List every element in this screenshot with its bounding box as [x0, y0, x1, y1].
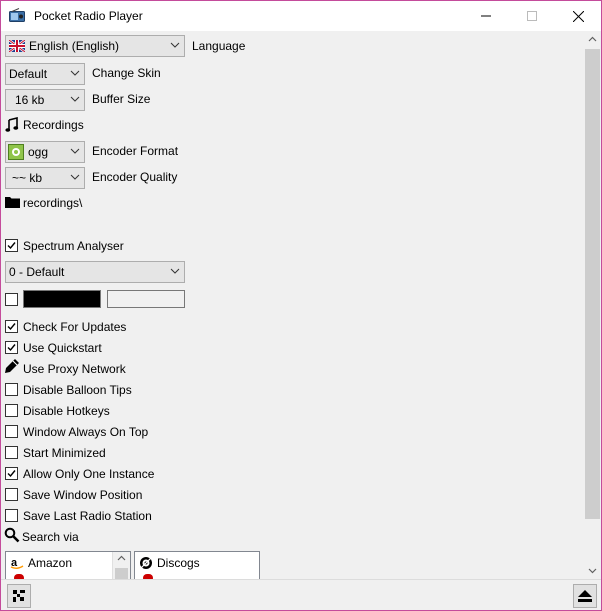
- use-quickstart-label: Use Quickstart: [23, 341, 102, 355]
- list-scrollbar[interactable]: [112, 552, 130, 579]
- recordings-label: Recordings: [23, 118, 84, 132]
- use-quickstart-checkbox[interactable]: [5, 341, 18, 354]
- chevron-down-icon: [70, 93, 80, 103]
- list-scroll-thumb[interactable]: [115, 568, 128, 579]
- encoder-format-value: ogg: [28, 145, 49, 159]
- secondary-color-swatch[interactable]: [107, 290, 185, 308]
- start-minimized-checkbox[interactable]: [5, 446, 18, 459]
- window-always-on-top-checkbox[interactable]: [5, 425, 18, 438]
- title-bar[interactable]: Pocket Radio Player: [1, 1, 601, 31]
- chevron-down-icon[interactable]: [584, 562, 601, 579]
- chevron-down-icon: [70, 145, 80, 155]
- spectrum-preset-value: 0 - Default: [9, 265, 65, 279]
- minimize-button[interactable]: [463, 1, 509, 31]
- close-button[interactable]: [555, 1, 601, 31]
- list-item[interactable]: a Amazon: [10, 554, 72, 572]
- disable-hotkeys-checkbox[interactable]: [5, 404, 18, 417]
- amazon-icon: a: [10, 556, 24, 570]
- spectrum-analyser-label: Spectrum Analyser: [23, 239, 124, 253]
- main-scroll-thumb[interactable]: [585, 49, 600, 519]
- discogs-icon: [139, 556, 153, 570]
- encoder-format-select[interactable]: ogg: [5, 141, 85, 163]
- encoder-quality-select[interactable]: ~~ kb: [5, 167, 85, 189]
- search-providers-list-right[interactable]: Discogs: [134, 551, 260, 579]
- chevron-down-icon: [70, 67, 80, 77]
- amazon-label: Amazon: [28, 556, 73, 570]
- chevron-up-icon[interactable]: [113, 552, 130, 566]
- chevron-down-icon: [70, 171, 80, 181]
- bottom-toolbar: [1, 579, 601, 610]
- window-always-on-top-label: Window Always On Top: [23, 425, 149, 439]
- search-providers-list-left[interactable]: a Amazon: [5, 551, 131, 579]
- recordings-folder-path[interactable]: recordings\: [23, 196, 82, 210]
- window-title: Pocket Radio Player: [34, 9, 143, 23]
- check-for-updates-checkbox[interactable]: [5, 320, 18, 333]
- primary-color-swatch[interactable]: [23, 290, 101, 308]
- start-minimized-label: Start Minimized: [23, 446, 106, 460]
- language-select[interactable]: English (English): [5, 35, 185, 57]
- disable-balloon-tips-checkbox[interactable]: [5, 383, 18, 396]
- uk-flag-icon: [8, 39, 26, 53]
- skin-label: Change Skin: [92, 66, 161, 80]
- allow-only-one-instance-checkbox[interactable]: [5, 467, 18, 480]
- eject-button[interactable]: [573, 584, 597, 608]
- list-item[interactable]: Discogs: [139, 554, 200, 572]
- app-window: Pocket Radio Player English (English) La…: [0, 0, 602, 611]
- buffer-select[interactable]: 16 kb: [5, 89, 85, 111]
- custom-color-checkbox[interactable]: [5, 293, 18, 306]
- maximize-button[interactable]: [509, 1, 555, 31]
- encoder-quality-value: ~~ kb: [12, 171, 43, 185]
- save-window-position-checkbox[interactable]: [5, 488, 18, 501]
- skin-value: Default: [9, 67, 48, 81]
- language-value: English (English): [29, 39, 120, 53]
- buffer-value: 16 kb: [15, 93, 45, 107]
- chevron-down-icon: [170, 39, 180, 49]
- search-via-label: Search via: [22, 530, 79, 544]
- tools-icon: [13, 590, 25, 602]
- encoder-quality-label: Encoder Quality: [92, 170, 178, 184]
- pencil-icon[interactable]: [4, 358, 20, 374]
- chevron-up-icon[interactable]: [584, 31, 601, 48]
- skin-select[interactable]: Default: [5, 63, 85, 85]
- radio-icon: [9, 8, 25, 22]
- encoder-format-label: Encoder Format: [92, 144, 179, 158]
- disable-hotkeys-label: Disable Hotkeys: [23, 404, 110, 418]
- spectrum-preset-select[interactable]: 0 - Default: [5, 261, 185, 283]
- use-proxy-network-label: Use Proxy Network: [23, 362, 126, 376]
- save-last-radio-station-label: Save Last Radio Station: [23, 509, 152, 523]
- settings-panel: English (English) Language Default Chang…: [1, 31, 584, 579]
- ogg-icon: [8, 144, 24, 160]
- allow-only-one-instance-label: Allow Only One Instance: [23, 467, 155, 481]
- chevron-down-icon: [170, 265, 180, 275]
- magnifier-icon: [4, 527, 20, 543]
- spectrum-analyser-checkbox[interactable]: [5, 239, 18, 252]
- tools-button[interactable]: [7, 584, 31, 608]
- save-window-position-label: Save Window Position: [23, 488, 143, 502]
- buffer-label: Buffer Size: [92, 92, 151, 106]
- disable-balloon-tips-label: Disable Balloon Tips: [23, 383, 132, 397]
- folder-icon[interactable]: [5, 195, 21, 211]
- discogs-label: Discogs: [157, 556, 200, 570]
- music-note-icon: [5, 116, 21, 133]
- main-scrollbar[interactable]: [584, 31, 601, 579]
- check-for-updates-label: Check For Updates: [23, 320, 127, 334]
- language-label: Language: [192, 39, 246, 53]
- save-last-radio-station-checkbox[interactable]: [5, 509, 18, 522]
- eject-icon: [578, 590, 592, 602]
